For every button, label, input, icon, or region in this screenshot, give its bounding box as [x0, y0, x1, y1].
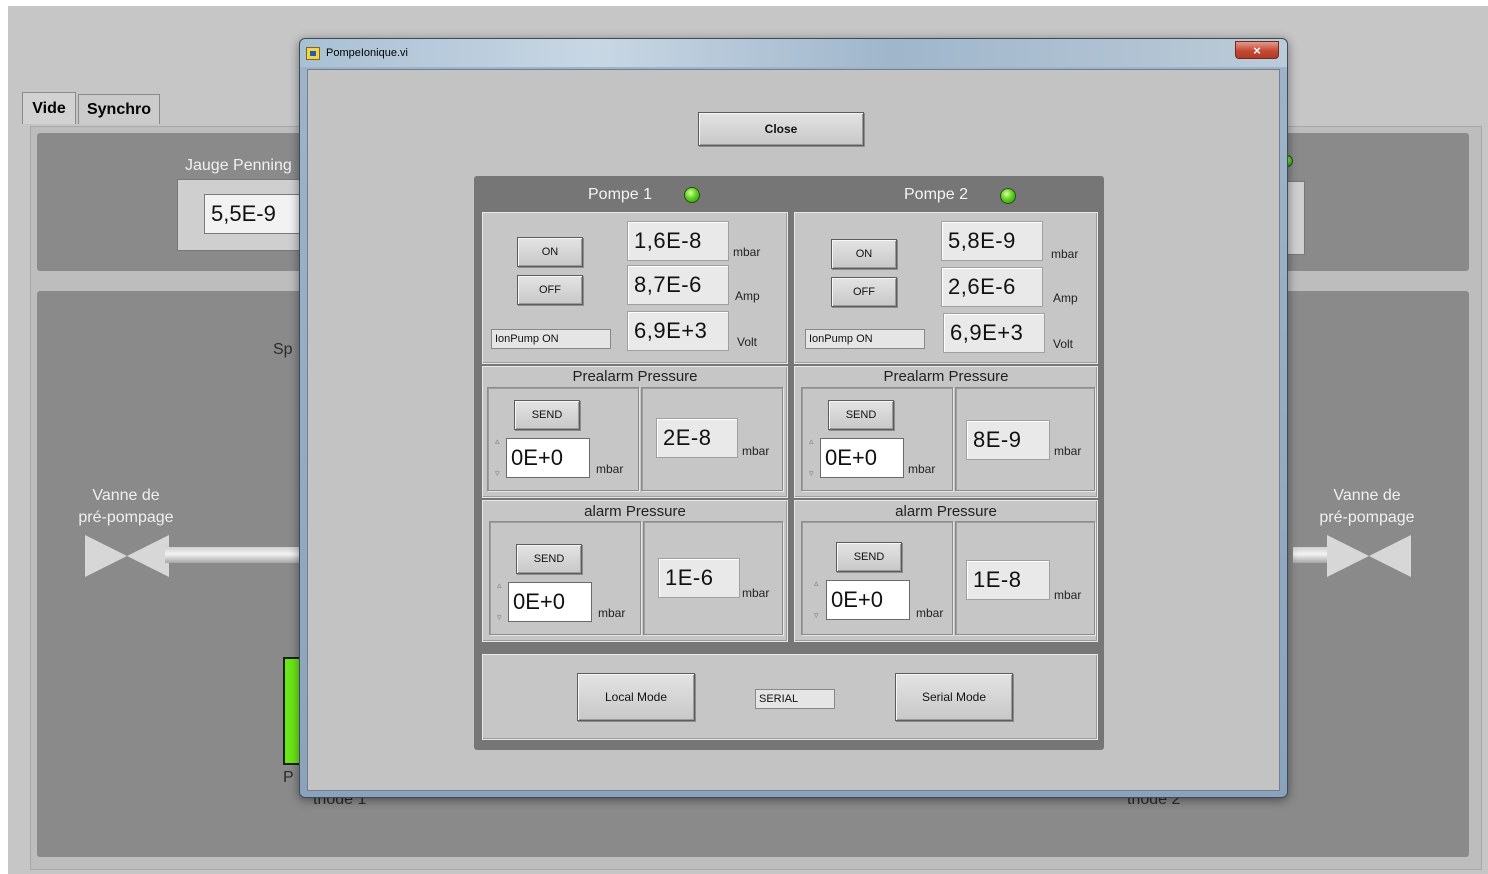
sp-label-fragment: Sp: [273, 341, 293, 358]
labview-vi-icon: [306, 47, 320, 60]
pump2-alarm-send-button[interactable]: SEND: [836, 542, 902, 572]
tab-vide[interactable]: Vide: [22, 92, 76, 124]
penning-frame: 5,5E-9: [177, 179, 317, 251]
pump2-alarm-input-unit: mbar: [916, 606, 944, 620]
pump2-alarm-readback-group: 1E-8 mbar: [955, 521, 1095, 635]
penning-label: Jauge Penning: [185, 157, 292, 174]
pump2-alarm-input-group: SEND ▵ ▿ 0E+0 mbar: [801, 521, 953, 635]
pump1-alarm-title: alarm Pressure: [584, 503, 686, 520]
window-title: PompeIonique.vi: [326, 47, 408, 59]
close-button[interactable]: Close: [698, 112, 864, 146]
pump-control-frame: Pompe 1 Pompe 2 ON OFF IonPump ON 1,6E-8…: [474, 176, 1104, 750]
mode-section: Local Mode SERIAL Serial Mode: [482, 654, 1098, 740]
tab-synchro[interactable]: Synchro: [78, 94, 160, 124]
pump1-alarm-input[interactable]: 0E+0: [508, 582, 592, 622]
valve-right-label-line2: pré-pompage: [1319, 509, 1415, 526]
window-titlebar[interactable]: PompeIonique.vi ×: [300, 39, 1287, 67]
pump2-pressure-value: 5,8E-9: [941, 221, 1043, 261]
pump1-current-unit: Amp: [735, 289, 760, 303]
pump1-on-button[interactable]: ON: [517, 237, 583, 267]
valve-left-label-line2: pré-pompage: [78, 509, 174, 526]
pump1-title: Pompe 1: [588, 186, 653, 203]
pump2-voltage-value: 6,9E+3: [943, 313, 1045, 353]
pump1-voltage-unit: Volt: [737, 335, 758, 349]
pump2-alarm-value: 1E-8: [966, 560, 1050, 600]
pump2-prealarm-title: Prealarm Pressure: [883, 368, 1009, 385]
pump2-alarm-title: alarm Pressure: [895, 503, 997, 520]
pump2-voltage-unit: Volt: [1053, 337, 1074, 351]
valve-left-label-line1: Vanne de: [92, 487, 160, 504]
pump1-prealarm-value: 2E-8: [656, 418, 738, 458]
pump1-prealarm-send-button[interactable]: SEND: [514, 400, 580, 430]
pump1-alarm-send-button[interactable]: SEND: [516, 544, 582, 574]
penning-value: 5,5E-9: [204, 194, 314, 234]
pump1-status-led: [684, 187, 700, 203]
pump1-alarm-increment-icon[interactable]: ▵: [497, 580, 505, 590]
pump2-status-led: [1000, 188, 1016, 204]
pump-label-fragment: P: [283, 769, 294, 786]
valve-left-label: Vanne de pré-pompage: [71, 485, 181, 529]
valve-left-icon[interactable]: [85, 535, 169, 577]
pump2-readings-section: ON OFF IonPump ON 5,8E-9 mbar 2,6E-6 Amp…: [794, 212, 1098, 364]
pump1-off-button[interactable]: OFF: [517, 275, 583, 305]
pump1-alarm-value: 1E-6: [658, 558, 740, 598]
pump2-prealarm-value: 8E-9: [966, 420, 1050, 460]
pump2-prealarm-input-group: SEND ▵ ▿ 0E+0 mbar: [801, 387, 953, 491]
valve-right-label-line1: Vanne de: [1333, 487, 1401, 504]
pump1-pressure-value: 1,6E-8: [627, 221, 729, 261]
mode-status-string: SERIAL: [755, 689, 835, 709]
pump2-prealarm-input-unit: mbar: [908, 462, 936, 476]
pump1-prealarm-input-unit: mbar: [596, 462, 624, 476]
valve-right-icon[interactable]: [1327, 535, 1411, 577]
pump1-prealarm-readback-group: 2E-8 mbar: [641, 387, 783, 491]
pump1-status-string: IonPump ON: [491, 329, 611, 349]
pump1-alarm-input-group: SEND ▵ ▿ 0E+0 mbar: [489, 521, 641, 635]
pump1-prealarm-title: Prealarm Pressure: [572, 368, 698, 385]
pump2-alarm-increment-icon[interactable]: ▵: [814, 578, 822, 588]
pump2-alarm-value-unit: mbar: [1054, 588, 1082, 602]
window-client-area: Close Pompe 1 Pompe 2 ON OFF IonPump ON …: [307, 69, 1280, 791]
pump2-pressure-unit: mbar: [1051, 247, 1079, 261]
pump2-alarm-decrement-icon[interactable]: ▿: [814, 610, 822, 620]
pump1-prealarm-increment-icon[interactable]: ▵: [495, 436, 503, 446]
valve-right-label: Vanne de pré-pompage: [1307, 485, 1427, 529]
pump2-prealarm-input[interactable]: 0E+0: [820, 438, 904, 478]
pump1-prealarm-decrement-icon[interactable]: ▿: [495, 468, 503, 478]
pump2-off-button[interactable]: OFF: [831, 277, 897, 307]
pump1-alarm-input-unit: mbar: [598, 606, 626, 620]
pump1-alarm-value-unit: mbar: [742, 586, 770, 600]
pump2-prealarm-decrement-icon[interactable]: ▿: [809, 468, 817, 478]
pompe-ionique-window: PompeIonique.vi × Close Pompe 1 Pompe 2 …: [299, 38, 1288, 798]
pump2-title: Pompe 2: [904, 186, 969, 203]
pipe-left: [165, 547, 305, 563]
pump1-readings-section: ON OFF IonPump ON 1,6E-8 mbar 8,7E-6 Amp…: [482, 212, 788, 364]
pump1-voltage-value: 6,9E+3: [627, 311, 729, 351]
pump1-alarm-section: alarm Pressure SEND ▵ ▿ 0E+0 mbar 1E-6 m…: [482, 500, 788, 642]
pump2-alarm-input[interactable]: 0E+0: [826, 580, 910, 620]
serial-mode-button[interactable]: Serial Mode: [895, 673, 1013, 721]
pump1-prealarm-value-unit: mbar: [742, 444, 770, 458]
pump1-pressure-unit: mbar: [733, 245, 761, 259]
pump1-prealarm-section: Prealarm Pressure SEND ▵ ▿ 0E+0 mbar 2E-…: [482, 366, 788, 498]
pump2-prealarm-section: Prealarm Pressure SEND ▵ ▿ 0E+0 mbar 8E-…: [794, 366, 1098, 498]
pump2-current-unit: Amp: [1053, 291, 1078, 305]
window-close-icon[interactable]: ×: [1235, 41, 1279, 59]
pump1-current-value: 8,7E-6: [627, 265, 729, 305]
pump2-alarm-section: alarm Pressure SEND ▵ ▿ 0E+0 mbar 1E-8 m…: [794, 500, 1098, 642]
pump2-prealarm-value-unit: mbar: [1054, 444, 1082, 458]
pump2-status-string: IonPump ON: [805, 329, 925, 349]
pump2-prealarm-send-button[interactable]: SEND: [828, 400, 894, 430]
pump1-alarm-readback-group: 1E-6 mbar: [643, 521, 783, 635]
pump2-prealarm-readback-group: 8E-9 mbar: [955, 387, 1095, 491]
pump2-on-button[interactable]: ON: [831, 239, 897, 269]
pump1-prealarm-input-group: SEND ▵ ▿ 0E+0 mbar: [487, 387, 639, 491]
pump1-alarm-decrement-icon[interactable]: ▿: [497, 612, 505, 622]
pump2-current-value: 2,6E-6: [941, 267, 1043, 307]
pump1-prealarm-input[interactable]: 0E+0: [506, 438, 590, 478]
pump2-prealarm-increment-icon[interactable]: ▵: [809, 436, 817, 446]
local-mode-button[interactable]: Local Mode: [577, 673, 695, 721]
